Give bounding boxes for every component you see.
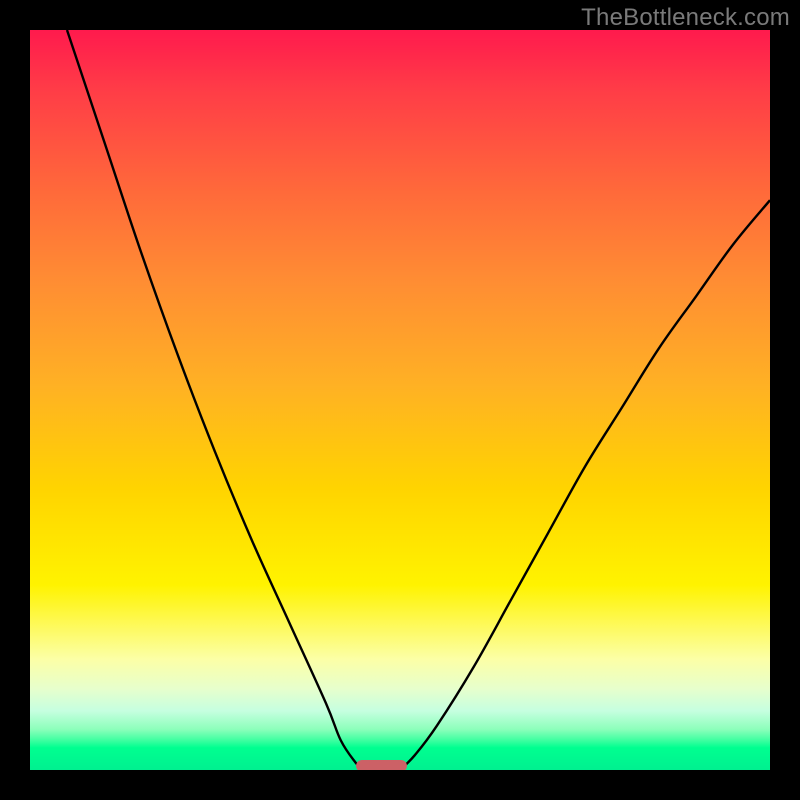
right-curve	[400, 200, 770, 770]
curves-layer	[30, 30, 770, 770]
plot-area	[30, 30, 770, 770]
left-curve	[67, 30, 363, 770]
bottleneck-marker	[356, 760, 408, 770]
outer-frame: TheBottleneck.com	[0, 0, 800, 800]
watermark-text: TheBottleneck.com	[581, 4, 790, 32]
